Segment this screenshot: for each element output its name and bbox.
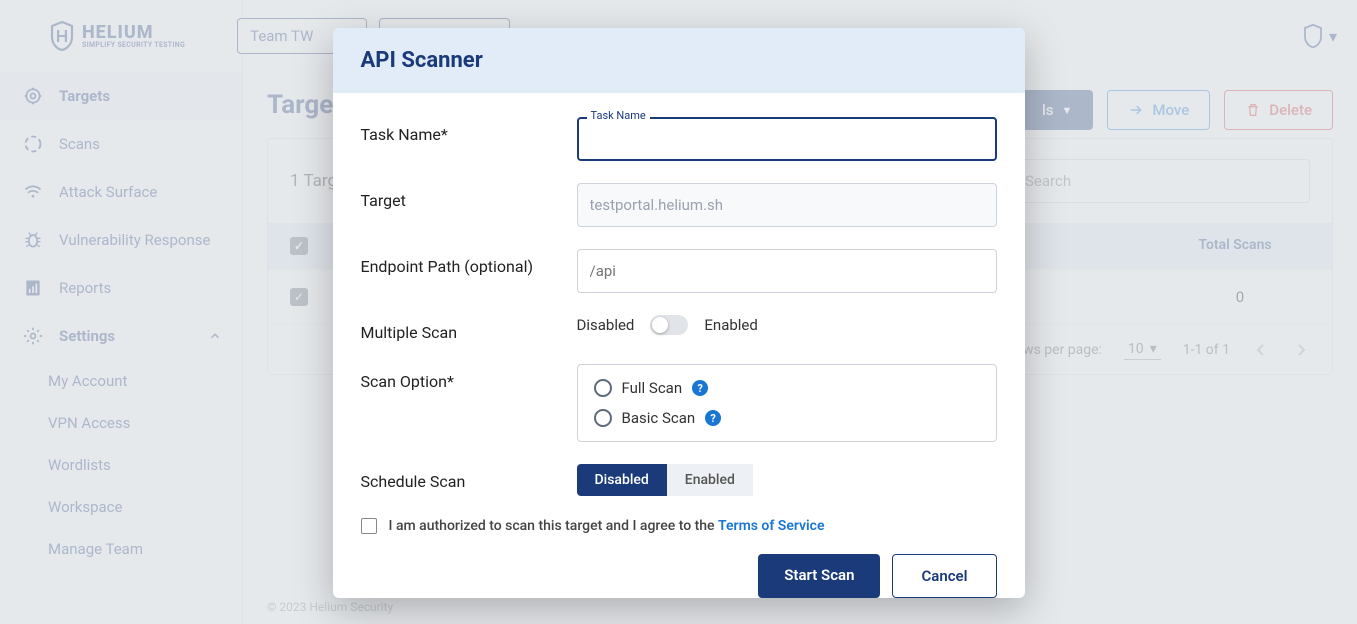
endpoint-path-label: Endpoint Path (optional) bbox=[361, 249, 561, 276]
task-name-input[interactable] bbox=[577, 117, 997, 161]
start-scan-button[interactable]: Start Scan bbox=[758, 554, 880, 598]
disabled-text: Disabled bbox=[577, 316, 635, 334]
scan-option-label: Scan Option* bbox=[361, 364, 561, 391]
radio-icon bbox=[594, 379, 612, 397]
endpoint-path-input[interactable] bbox=[577, 249, 997, 293]
cancel-button[interactable]: Cancel bbox=[892, 554, 996, 598]
basic-scan-option[interactable]: Basic Scan ? bbox=[594, 409, 980, 427]
help-icon[interactable]: ? bbox=[705, 410, 721, 426]
terms-of-service-link[interactable]: Terms of Service bbox=[718, 518, 824, 534]
authorization-row: I am authorized to scan this target and … bbox=[361, 518, 997, 534]
api-scanner-modal: API Scanner Task Name* Task Name Target … bbox=[333, 28, 1025, 598]
schedule-scan-segment: Disabled Enabled bbox=[577, 464, 997, 496]
schedule-scan-label: Schedule Scan bbox=[361, 464, 561, 491]
authorization-text: I am authorized to scan this target and … bbox=[389, 518, 719, 534]
multiple-scan-label: Multiple Scan bbox=[361, 315, 561, 342]
schedule-enabled-button[interactable]: Enabled bbox=[667, 464, 753, 496]
help-icon[interactable]: ? bbox=[692, 380, 708, 396]
schedule-disabled-button[interactable]: Disabled bbox=[577, 464, 667, 496]
multiple-scan-toggle[interactable] bbox=[650, 315, 688, 335]
task-name-float-label: Task Name bbox=[587, 109, 650, 122]
modal-title: API Scanner bbox=[333, 28, 1025, 93]
radio-icon bbox=[594, 409, 612, 427]
task-name-label: Task Name* bbox=[361, 117, 561, 144]
full-scan-option[interactable]: Full Scan ? bbox=[594, 379, 980, 397]
target-label: Target bbox=[361, 183, 561, 210]
authorization-checkbox[interactable] bbox=[361, 518, 377, 534]
target-input[interactable] bbox=[577, 183, 997, 227]
enabled-text: Enabled bbox=[704, 316, 757, 334]
